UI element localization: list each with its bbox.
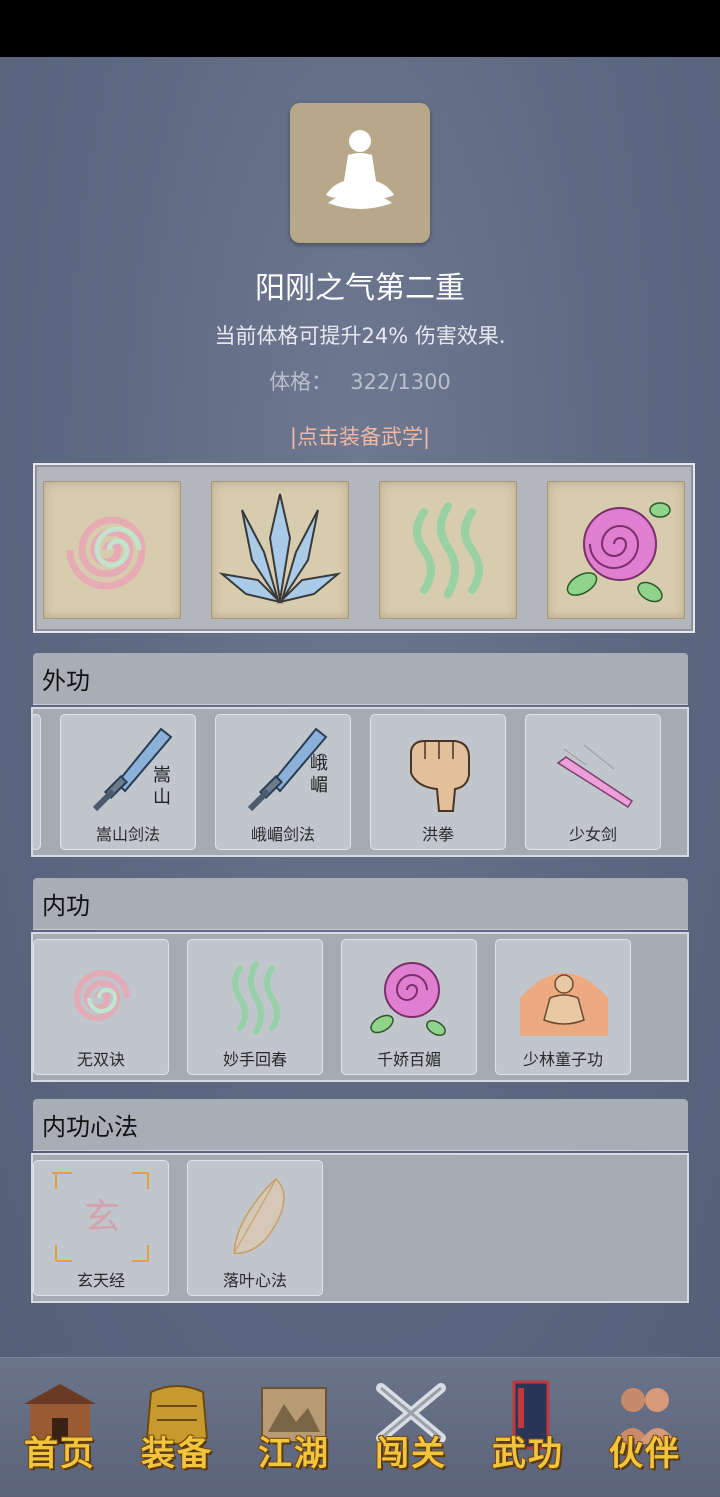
skill-card-miaoshou[interactable]: 妙手回春: [187, 939, 323, 1075]
stat-value: 322/1300: [350, 370, 451, 394]
nav-label: 闯关: [375, 1434, 447, 1474]
skill-card-luoye[interactable]: 落叶心法: [187, 1160, 323, 1296]
spiral-icon: [73, 970, 130, 1021]
skill-card-label: 妙手回春: [222, 1050, 287, 1069]
status-bar: [0, 0, 720, 57]
green-wisps-icon: [232, 961, 280, 1035]
sword-icon: 峨 嵋: [247, 727, 328, 812]
skill-card-emei-sword[interactable]: 峨 嵋 峨嵋剑法: [215, 714, 351, 850]
skill-effect: 当前体格可提升24% 伤害效果.: [214, 324, 506, 348]
section-header-neigong: 内功: [33, 878, 688, 930]
section-list-waigong[interactable]: 嵩 山 嵩山剑法 峨 嵋 峨嵋剑法 洪拳 少女剑: [31, 707, 689, 857]
equipped-slot-1[interactable]: [43, 481, 181, 619]
skill-card-label: 嵩山剑法: [95, 825, 160, 844]
svg-text:山: 山: [153, 787, 171, 808]
section-header-xinfa: 内功心法: [33, 1099, 688, 1151]
skill-card-partial[interactable]: [33, 714, 41, 850]
crystal-blades-icon: [218, 493, 342, 604]
nav-home[interactable]: 首页: [0, 1358, 120, 1497]
nav-chuangguan[interactable]: 闯关: [351, 1358, 471, 1497]
skill-card-shaolin-tongzi[interactable]: 少林童子功: [495, 939, 631, 1075]
nav-companions[interactable]: 伙伴: [585, 1358, 705, 1497]
equipped-slot-4[interactable]: [547, 481, 685, 619]
skill-card-label: 洪拳: [421, 825, 454, 844]
nav-label: 首页: [24, 1434, 96, 1474]
section-list-neigong[interactable]: 无双诀 妙手回春 千娇百媚 少林童子功: [31, 932, 689, 1082]
stat-label: 体格：: [269, 370, 333, 394]
skill-card-xuantian[interactable]: 玄 玄天经: [33, 1160, 169, 1296]
skill-card-label: 少女剑: [568, 825, 617, 844]
skill-card-label: 峨嵋剑法: [250, 825, 315, 844]
svg-text:嵋: 嵋: [310, 775, 328, 796]
xuan-icon: 玄: [52, 1172, 149, 1262]
nav-jianghu[interactable]: 江湖: [234, 1358, 354, 1497]
skill-card-hongquan[interactable]: 洪拳: [370, 714, 506, 850]
svg-text:嵩: 嵩: [153, 765, 171, 786]
equipped-slot-3[interactable]: [379, 481, 517, 619]
skill-card-qianjiao[interactable]: 千娇百媚: [341, 939, 477, 1075]
nav-label: 武功: [492, 1434, 564, 1474]
skill-card-label: 无双诀: [76, 1050, 125, 1069]
skill-title: 阳刚之气第二重: [255, 271, 465, 306]
nav-label: 装备: [141, 1434, 213, 1474]
equipped-slots-panel: [33, 463, 695, 633]
meditating-monk-icon: [520, 973, 608, 1036]
skill-card-label: 玄天经: [76, 1271, 125, 1290]
leaf-icon: [233, 1177, 285, 1254]
skill-card-label: 千娇百媚: [376, 1050, 441, 1069]
nav-wugong[interactable]: 武功: [468, 1358, 588, 1497]
svg-text:玄: 玄: [84, 1197, 120, 1238]
sword-icon: 嵩 山: [92, 727, 173, 812]
spiral-icon: [66, 516, 146, 590]
skill-card-wushuang[interactable]: 无双诀: [33, 939, 169, 1075]
meditating-figure-icon: [326, 130, 394, 209]
constitution-stat: 体格： 322/1300: [0, 366, 720, 396]
green-wisps-icon: [413, 502, 483, 598]
skill-card-label: 落叶心法: [222, 1271, 287, 1290]
skill-card-songshan-sword[interactable]: 嵩 山 嵩山剑法: [60, 714, 196, 850]
nav-label: 江湖: [258, 1434, 330, 1474]
section-title: 内功心法: [42, 1113, 138, 1141]
section-header-waigong: 外功: [33, 653, 688, 705]
rose-icon: [566, 502, 671, 603]
section-title: 外功: [42, 667, 90, 695]
equip-martial-arts-link[interactable]: |点击装备武学|: [0, 421, 720, 451]
meditation-avatar: [290, 103, 430, 243]
fist-icon: [410, 740, 470, 812]
skill-card-label: 少林童子功: [522, 1050, 603, 1069]
bottom-nav: 首页 装备 江湖 闯关 武功 伙伴: [0, 1357, 720, 1497]
pink-sword-icon: [556, 744, 634, 809]
equipped-slot-2[interactable]: [211, 481, 349, 619]
svg-text:峨: 峨: [310, 753, 328, 774]
skill-card-shaonv-sword[interactable]: 少女剑: [525, 714, 661, 850]
section-title: 内功: [42, 892, 90, 920]
nav-label: 伙伴: [609, 1434, 681, 1474]
section-list-xinfa[interactable]: 玄 玄天经 落叶心法: [31, 1153, 689, 1303]
rose-icon: [370, 962, 446, 1036]
nav-equipment[interactable]: 装备: [117, 1358, 237, 1497]
